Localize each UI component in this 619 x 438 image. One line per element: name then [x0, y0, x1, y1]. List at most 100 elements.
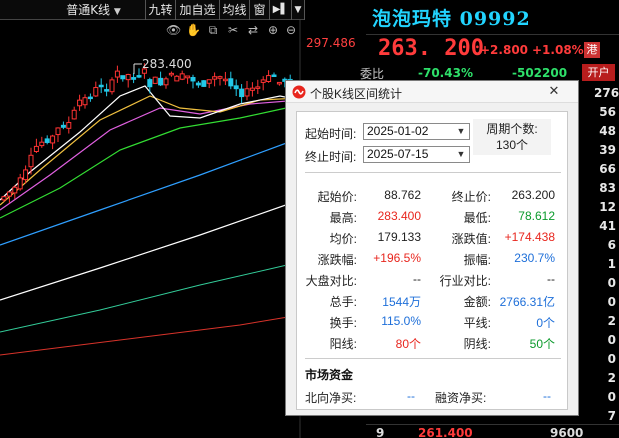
price-change: +2.800	[480, 43, 529, 57]
start-date-select[interactable]: 2025-01-02 ▼	[363, 123, 470, 140]
order-book-volume: 83	[599, 181, 616, 195]
order-book-volume: 2	[607, 314, 616, 328]
share-icon[interactable]: ⇄	[246, 22, 260, 38]
turnover-value: 115.0%	[381, 314, 421, 328]
candle	[228, 78, 234, 87]
add-favorite-button[interactable]: 加自选	[176, 0, 220, 20]
start-time-label: 起始时间:	[305, 127, 357, 141]
divider	[305, 172, 561, 173]
candle	[195, 82, 201, 86]
candle	[6, 191, 12, 197]
amplitude-label: 振幅:	[463, 253, 491, 267]
price-change-pct: +1.08%	[532, 43, 584, 57]
stock-name: 泡泡玛特 09992	[372, 8, 531, 30]
end-price-value: 263.200	[511, 188, 555, 202]
candle	[206, 79, 212, 84]
candle	[136, 75, 142, 78]
order-book-volume: 39	[599, 143, 616, 157]
zoom-in-icon[interactable]: ⊕	[266, 22, 280, 38]
candle	[233, 85, 239, 90]
chevron-down-icon[interactable]: ▼	[292, 0, 305, 20]
tick-volume: 9600	[550, 426, 584, 438]
tick-time: 9	[376, 426, 385, 438]
candle	[87, 96, 93, 100]
north-net-buy-label: 北向净买:	[305, 391, 357, 405]
candle	[190, 77, 196, 82]
hand-icon[interactable]: ✋	[186, 22, 201, 38]
order-book-volume: 41	[599, 219, 616, 233]
candle	[12, 186, 18, 194]
candle	[158, 77, 164, 86]
candle	[152, 76, 158, 84]
candle	[1, 196, 7, 201]
order-ratio-diff: -502200	[512, 66, 568, 80]
close-icon[interactable]: ✕	[544, 82, 564, 100]
order-book-volume: 0	[607, 276, 616, 290]
candle	[50, 135, 56, 144]
dialog-titlebar[interactable]: 个股K线区间统计 ✕	[286, 81, 578, 103]
end-date-select[interactable]: 2025-07-15 ▼	[363, 146, 470, 163]
scissors-icon[interactable]: ✂	[226, 22, 240, 38]
kline-type-selector[interactable]: 普通K线 ▼	[42, 0, 146, 20]
change-value-label: 涨跌值:	[451, 232, 491, 246]
candle	[44, 138, 50, 143]
chevron-down-icon: ▼	[456, 149, 466, 159]
candle	[276, 81, 282, 85]
candle	[185, 75, 191, 79]
eye-icon[interactable]: 👁	[166, 22, 181, 38]
candle	[271, 74, 277, 78]
svg-text:283.400: 283.400	[142, 57, 192, 71]
change-pct-label: 涨跌幅:	[317, 253, 357, 267]
order-book-volume: 1	[607, 257, 616, 271]
tick-price: 261.400	[418, 426, 473, 438]
zoom-out-icon[interactable]: ⊖	[284, 22, 298, 38]
expand-arrow-icon[interactable]: ▶▌	[270, 0, 292, 20]
candle	[255, 86, 261, 89]
market-compare-value: --	[413, 272, 421, 286]
copy-icon[interactable]: ⧉	[206, 22, 220, 38]
start-date-value: 2025-01-02	[367, 124, 429, 138]
candle	[114, 70, 120, 78]
candle	[249, 87, 255, 91]
open-account-button[interactable]: 开户	[582, 64, 615, 81]
flat-candles-label: 平线:	[463, 316, 491, 330]
up-candles-label: 阳线:	[329, 337, 357, 351]
chevron-down-icon: ▼	[456, 126, 466, 136]
period-count-box: 周期个数: 130个	[473, 119, 551, 155]
chevron-down-icon: ▼	[113, 7, 121, 17]
chart-tool-icons: 👁 ✋ ⧉ ✂ ⇄ ⊕ ⊖	[160, 22, 305, 40]
candle	[147, 79, 153, 88]
order-book-volume: 0	[607, 390, 616, 404]
candle	[55, 127, 61, 136]
range-stats-dialog: 个股K线区间统计 ✕ 起始时间: 2025-01-02 ▼ 终止时间: 2025…	[285, 80, 579, 416]
order-book-volume: 0	[607, 333, 616, 347]
low-value: 78.612	[518, 209, 555, 223]
amplitude-value: 230.7%	[514, 251, 555, 265]
order-book-volumes: 276 56 48 39 66 83 12 41 6 1 0 0 2 0 0 2 0 7	[594, 84, 619, 426]
industry-compare-value: --	[547, 272, 555, 286]
candle	[174, 75, 180, 82]
avg-price-label: 均价:	[329, 232, 357, 246]
period-count-label: 周期个数:	[486, 122, 538, 136]
candle	[39, 141, 45, 147]
nine-turn-button[interactable]: 九转	[146, 0, 176, 20]
window-button[interactable]: 窗	[250, 0, 270, 20]
industry-compare-label: 行业对比:	[439, 274, 491, 288]
change-value: +174.438	[504, 230, 555, 244]
order-book-volume: 2	[607, 371, 616, 385]
order-book-volume: 6	[607, 238, 616, 252]
candle	[23, 169, 29, 181]
candle	[66, 122, 72, 129]
order-book-volume: 0	[607, 352, 616, 366]
amount-label: 金额:	[463, 295, 491, 309]
candle	[266, 75, 272, 83]
candle	[125, 73, 131, 81]
moving-average-button[interactable]: 均线	[220, 0, 250, 20]
candle	[212, 76, 218, 80]
down-candles-value: 50个	[529, 337, 555, 351]
end-price-label: 终止价:	[451, 190, 491, 204]
up-candles-value: 80个	[395, 337, 421, 351]
north-net-buy-value: --	[407, 389, 415, 403]
margin-net-buy-label: 融资净买:	[435, 391, 487, 405]
candle	[17, 177, 23, 190]
